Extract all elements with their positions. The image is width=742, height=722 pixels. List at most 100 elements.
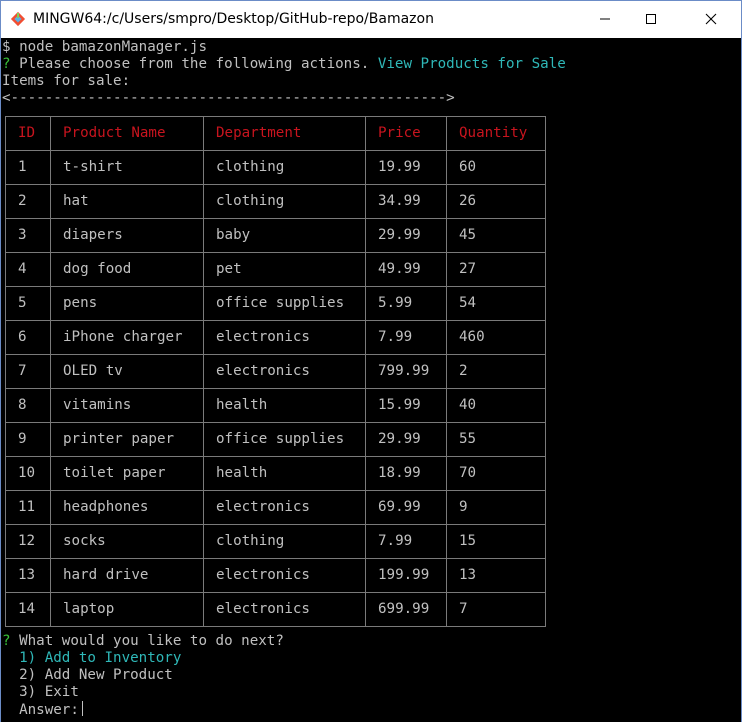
- text-cursor: [81, 701, 83, 716]
- table-header-row: ID Product Name Department Price Quantit…: [5, 116, 546, 151]
- cell-quantity: 7: [446, 592, 546, 627]
- cell-product-name: hard drive: [50, 558, 204, 593]
- cell-department: electronics: [203, 558, 366, 593]
- table-row: 7 OLED tv electronics 799.99 2: [5, 354, 546, 389]
- table-row: 9 printer paper office supplies 29.99 55: [5, 422, 546, 457]
- cell-department: electronics: [203, 354, 366, 389]
- cell-price: 29.99: [365, 218, 447, 253]
- cell-price: 199.99: [365, 558, 447, 593]
- cell-price: 15.99: [365, 388, 447, 423]
- products-table: ID Product Name Department Price Quantit…: [5, 116, 546, 627]
- cell-quantity: 27: [446, 252, 546, 287]
- table-row: 1 t-shirt clothing 19.99 60: [5, 150, 546, 185]
- minimize-button[interactable]: [582, 1, 628, 38]
- cell-id: 8: [5, 388, 51, 423]
- cell-price: 7.99: [365, 320, 447, 355]
- cell-department: electronics: [203, 490, 366, 525]
- cell-department: clothing: [203, 524, 366, 559]
- cell-id: 10: [5, 456, 51, 491]
- cell-quantity: 460: [446, 320, 546, 355]
- table-row: 6 iPhone charger electronics 7.99 460: [5, 320, 546, 355]
- cell-quantity: 13: [446, 558, 546, 593]
- column-header-quantity: Quantity: [446, 116, 546, 151]
- cell-price: 18.99: [365, 456, 447, 491]
- cell-quantity: 70: [446, 456, 546, 491]
- table-row: 5 pens office supplies 5.99 54: [5, 286, 546, 321]
- cell-id: 12: [5, 524, 51, 559]
- window-title: MINGW64:/c/Users/smpro/Desktop/GitHub-re…: [33, 11, 434, 27]
- cell-department: office supplies: [203, 422, 366, 457]
- cell-price: 29.99: [365, 422, 447, 457]
- cell-department: pet: [203, 252, 366, 287]
- table-body: 1 t-shirt clothing 19.99 60 2 hat clothing 34.99…: [5, 150, 546, 627]
- prompt-marker: ?: [2, 633, 11, 649]
- cell-quantity: 55: [446, 422, 546, 457]
- question-text: What would you like to do next?: [10, 633, 284, 649]
- cell-id: 4: [5, 252, 51, 287]
- cell-product-name: diapers: [50, 218, 204, 253]
- cell-product-name: laptop: [50, 592, 204, 627]
- menu-item-exit[interactable]: 3) Exit: [2, 684, 79, 701]
- maximize-icon: [645, 10, 657, 29]
- cell-product-name: iPhone charger: [50, 320, 204, 355]
- scrollbar[interactable]: [723, 38, 741, 722]
- column-header-price: Price: [365, 116, 447, 151]
- cell-product-name: printer paper: [50, 422, 204, 457]
- cell-department: clothing: [203, 184, 366, 219]
- menu-item-add-new-product[interactable]: 2) Add New Product: [2, 667, 173, 684]
- close-icon: [705, 10, 717, 29]
- cell-quantity: 60: [446, 150, 546, 185]
- close-button[interactable]: [688, 1, 734, 38]
- cell-price: 7.99: [365, 524, 447, 559]
- minimize-icon: [599, 10, 611, 29]
- items-heading: Items for sale:: [2, 73, 131, 89]
- cell-department: clothing: [203, 150, 366, 185]
- cell-price: 5.99: [365, 286, 447, 321]
- cell-quantity: 45: [446, 218, 546, 253]
- cell-department: electronics: [203, 320, 366, 355]
- cell-id: 7: [5, 354, 51, 389]
- command-line: $ node bamazonManager.js: [2, 39, 207, 55]
- maximize-button[interactable]: [628, 1, 674, 38]
- cell-product-name: vitamins: [50, 388, 204, 423]
- cell-price: 19.99: [365, 150, 447, 185]
- arrow-divider: <---------------------------------------…: [2, 90, 455, 106]
- cell-id: 1: [5, 150, 51, 185]
- next-action-prompt: ? What would you like to do next?: [2, 633, 284, 650]
- table-row: 11 headphones electronics 69.99 9: [5, 490, 546, 525]
- cell-department: electronics: [203, 592, 366, 627]
- terminal-window: MINGW64:/c/Users/smpro/Desktop/GitHub-re…: [0, 0, 742, 722]
- table-row: 2 hat clothing 34.99 26: [5, 184, 546, 219]
- cell-product-name: OLED tv: [50, 354, 204, 389]
- cell-id: 13: [5, 558, 51, 593]
- table-row: 10 toilet paper health 18.99 70: [5, 456, 546, 491]
- cell-product-name: dog food: [50, 252, 204, 287]
- cell-price: 34.99: [365, 184, 447, 219]
- cell-id: 2: [5, 184, 51, 219]
- console-output[interactable]: $ node bamazonManager.js ? Please choose…: [1, 38, 723, 722]
- cell-product-name: toilet paper: [50, 456, 204, 491]
- cell-id: 11: [5, 490, 51, 525]
- table-row: 8 vitamins health 15.99 40: [5, 388, 546, 423]
- column-header-id: ID: [5, 116, 51, 151]
- cell-quantity: 40: [446, 388, 546, 423]
- cell-id: 6: [5, 320, 51, 355]
- question-text: Please choose from the following actions…: [10, 56, 370, 72]
- answer-input[interactable]: Answer:: [2, 701, 83, 719]
- title-bar[interactable]: MINGW64:/c/Users/smpro/Desktop/GitHub-re…: [1, 1, 741, 38]
- cell-id: 14: [5, 592, 51, 627]
- cell-product-name: pens: [50, 286, 204, 321]
- table-row: 3 diapers baby 29.99 45: [5, 218, 546, 253]
- table-row: 14 laptop electronics 699.99 7: [5, 592, 546, 627]
- git-bash-icon: [10, 11, 26, 27]
- cell-id: 3: [5, 218, 51, 253]
- selected-answer: View Products for Sale: [369, 56, 566, 72]
- cell-price: 699.99: [365, 592, 447, 627]
- cell-price: 799.99: [365, 354, 447, 389]
- cell-quantity: 2: [446, 354, 546, 389]
- menu-item-add-to-inventory[interactable]: 1) Add to Inventory: [2, 650, 181, 667]
- action-prompt: ? Please choose from the following actio…: [2, 56, 566, 73]
- answer-label: Answer:: [2, 702, 79, 718]
- table-row: 12 socks clothing 7.99 15: [5, 524, 546, 559]
- cell-product-name: hat: [50, 184, 204, 219]
